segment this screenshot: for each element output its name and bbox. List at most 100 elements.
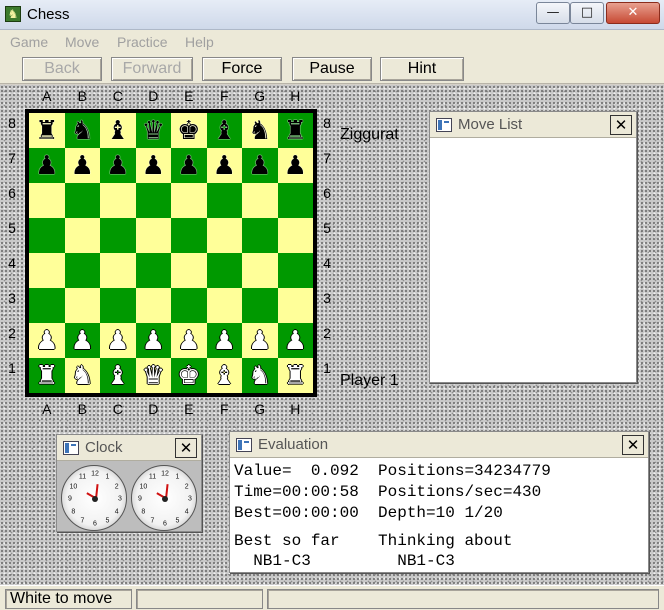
square-f6[interactable]	[206, 183, 242, 218]
black-piece-icon[interactable]: ♞	[71, 118, 94, 144]
square-f4[interactable]	[206, 253, 242, 288]
square-a2[interactable]: ♟	[29, 323, 65, 358]
white-piece-icon[interactable]: ♟	[284, 328, 307, 354]
square-b4[interactable]	[64, 253, 100, 288]
white-piece-icon[interactable]: ♟	[35, 328, 58, 354]
white-piece-icon[interactable]: ♝	[213, 363, 236, 389]
hint-button[interactable]: Hint	[380, 57, 464, 81]
forward-button[interactable]: Forward	[111, 57, 193, 81]
black-piece-icon[interactable]: ♚	[177, 118, 200, 144]
black-piece-icon[interactable]: ♜	[284, 118, 307, 144]
square-a3[interactable]	[29, 288, 65, 323]
square-c3[interactable]	[100, 288, 136, 323]
square-e7[interactable]: ♟	[171, 148, 207, 183]
square-h4[interactable]	[277, 253, 313, 288]
white-piece-icon[interactable]: ♛	[142, 363, 165, 389]
white-piece-icon[interactable]: ♟	[177, 328, 200, 354]
square-d2[interactable]: ♟	[135, 323, 171, 358]
square-f2[interactable]: ♟	[206, 323, 242, 358]
force-button[interactable]: Force	[202, 57, 282, 81]
black-piece-icon[interactable]: ♟	[248, 153, 271, 179]
black-piece-icon[interactable]: ♟	[177, 153, 200, 179]
evaluation-close-button[interactable]: ✕	[622, 435, 644, 455]
square-e8[interactable]: ♚	[171, 113, 207, 148]
square-h8[interactable]: ♜	[277, 113, 313, 148]
square-f3[interactable]	[206, 288, 242, 323]
square-b3[interactable]	[64, 288, 100, 323]
move-list-titlebar[interactable]: Move List ✕	[430, 112, 636, 138]
white-piece-icon[interactable]: ♟	[248, 328, 271, 354]
square-g1[interactable]: ♞	[242, 358, 278, 393]
square-h7[interactable]: ♟	[277, 148, 313, 183]
square-g6[interactable]	[242, 183, 278, 218]
square-d6[interactable]	[135, 183, 171, 218]
square-d7[interactable]: ♟	[135, 148, 171, 183]
square-c5[interactable]	[100, 218, 136, 253]
square-c2[interactable]: ♟	[100, 323, 136, 358]
white-piece-icon[interactable]: ♟	[71, 328, 94, 354]
square-e3[interactable]	[171, 288, 207, 323]
chess-board[interactable]: ♜ ♞ ♝ ♛ ♚ ♝ ♞ ♜ ♟ ♟ ♟ ♟ ♟ ♟ ♟ ♟ ♟ ♟ ♟ ♟ ♟ ♟ ♟ ♟ ♜ ♞ ♝ ♛ ♚ ♝ ♞ ♜	[29, 113, 313, 393]
square-d4[interactable]	[135, 253, 171, 288]
clock-titlebar[interactable]: Clock ✕	[57, 435, 201, 461]
square-a1[interactable]: ♜	[29, 358, 65, 393]
square-d1[interactable]: ♛	[135, 358, 171, 393]
square-g8[interactable]: ♞	[242, 113, 278, 148]
square-h2[interactable]: ♟	[277, 323, 313, 358]
square-d5[interactable]	[135, 218, 171, 253]
square-e4[interactable]	[171, 253, 207, 288]
black-piece-icon[interactable]: ♝	[106, 118, 129, 144]
menu-move[interactable]: Move	[65, 34, 99, 50]
square-a6[interactable]	[29, 183, 65, 218]
square-a8[interactable]: ♜	[29, 113, 65, 148]
square-g2[interactable]: ♟	[242, 323, 278, 358]
square-e5[interactable]	[171, 218, 207, 253]
square-f7[interactable]: ♟	[206, 148, 242, 183]
white-piece-icon[interactable]: ♜	[284, 363, 307, 389]
square-g5[interactable]	[242, 218, 278, 253]
menu-game[interactable]: Game	[10, 34, 48, 50]
square-c7[interactable]: ♟	[100, 148, 136, 183]
menu-practice[interactable]: Practice	[117, 34, 168, 50]
square-b5[interactable]	[64, 218, 100, 253]
black-piece-icon[interactable]: ♟	[106, 153, 129, 179]
clock-close-button[interactable]: ✕	[175, 438, 197, 458]
evaluation-titlebar[interactable]: Evaluation ✕	[230, 432, 648, 458]
black-piece-icon[interactable]: ♟	[35, 153, 58, 179]
black-piece-icon[interactable]: ♜	[35, 118, 58, 144]
square-e2[interactable]: ♟	[171, 323, 207, 358]
square-e6[interactable]	[171, 183, 207, 218]
black-piece-icon[interactable]: ♟	[142, 153, 165, 179]
square-c1[interactable]: ♝	[100, 358, 136, 393]
black-piece-icon[interactable]: ♟	[284, 153, 307, 179]
black-piece-icon[interactable]: ♟	[71, 153, 94, 179]
black-piece-icon[interactable]: ♞	[248, 118, 271, 144]
square-g7[interactable]: ♟	[242, 148, 278, 183]
square-g3[interactable]	[242, 288, 278, 323]
white-piece-icon[interactable]: ♞	[248, 363, 271, 389]
move-list-content[interactable]	[430, 139, 636, 382]
white-piece-icon[interactable]: ♚	[177, 363, 200, 389]
square-f1[interactable]: ♝	[206, 358, 242, 393]
back-button[interactable]: Back	[22, 57, 102, 81]
maximize-button[interactable]: □	[570, 2, 604, 24]
square-b7[interactable]: ♟	[64, 148, 100, 183]
square-e1[interactable]: ♚	[171, 358, 207, 393]
pause-button[interactable]: Pause	[292, 57, 372, 81]
menu-help[interactable]: Help	[185, 34, 214, 50]
close-button[interactable]: ✕	[606, 2, 660, 24]
white-piece-icon[interactable]: ♟	[213, 328, 236, 354]
square-d8[interactable]: ♛	[135, 113, 171, 148]
square-c6[interactable]	[100, 183, 136, 218]
square-h6[interactable]	[277, 183, 313, 218]
square-b6[interactable]	[64, 183, 100, 218]
square-c4[interactable]	[100, 253, 136, 288]
square-d3[interactable]	[135, 288, 171, 323]
square-b8[interactable]: ♞	[64, 113, 100, 148]
square-a4[interactable]	[29, 253, 65, 288]
square-b1[interactable]: ♞	[64, 358, 100, 393]
square-a5[interactable]	[29, 218, 65, 253]
square-h5[interactable]	[277, 218, 313, 253]
white-piece-icon[interactable]: ♜	[35, 363, 58, 389]
white-piece-icon[interactable]: ♝	[106, 363, 129, 389]
